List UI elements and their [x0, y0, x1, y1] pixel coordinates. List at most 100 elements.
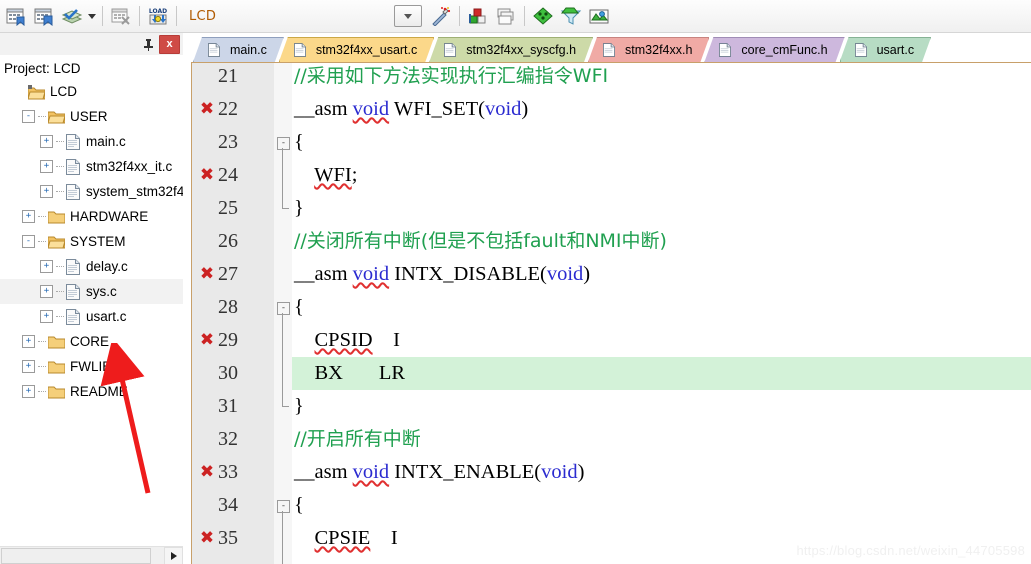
scrollbar-thumb[interactable] [1, 547, 151, 564]
tree-connector [38, 240, 46, 243]
tree-node-fwlib[interactable]: + FWLIB [0, 354, 183, 379]
toolbar-separator-2 [139, 6, 140, 26]
tab-usart-c[interactable]: usart.c [840, 37, 932, 62]
tree-node-list: LCD - USER + main.c + stm32f4xx_it.c + system_st… [0, 79, 183, 404]
code-token: void [541, 461, 578, 483]
collapse-toggle-icon[interactable]: - [22, 110, 35, 123]
sidebar-horizontal-scrollbar[interactable] [0, 546, 183, 564]
manage-project-items-icon[interactable] [558, 3, 584, 29]
pin-icon[interactable] [139, 36, 157, 53]
code-line-29[interactable]: CPSID I [292, 324, 1031, 357]
line-number: 28 [218, 296, 238, 318]
code-line-21[interactable]: //采用如下方法实现执行汇编指令WFI [292, 63, 1031, 93]
fold-range-end [282, 406, 289, 407]
collapse-toggle-icon[interactable]: - [22, 235, 35, 248]
code-line-23[interactable]: { [292, 126, 1031, 159]
load-download-icon[interactable]: LOAD [145, 3, 171, 29]
clear-bookmarks-icon[interactable] [108, 3, 134, 29]
tree-node-system[interactable]: - SYSTEM [0, 229, 183, 254]
tree-node-core[interactable]: + CORE [0, 329, 183, 354]
insert-bookmark-icon[interactable] [3, 3, 29, 29]
tree-node-delay-c[interactable]: + delay.c [0, 254, 183, 279]
folder-open-icon [48, 110, 65, 124]
expand-toggle-icon[interactable]: + [40, 285, 53, 298]
tab-label: main.c [230, 43, 267, 57]
build-target-icon[interactable] [59, 3, 85, 29]
tab-stm32f4xx-h[interactable]: stm32f4xx.h [588, 37, 709, 62]
file-icon [444, 43, 461, 57]
code-token: void [484, 98, 522, 120]
expand-toggle-icon[interactable]: + [22, 335, 35, 348]
code-token: BX LR [294, 560, 406, 564]
fold-collapse-icon[interactable]: - [277, 500, 290, 513]
editor-pane: main.c stm32f4xx_usart.c stm32f4xx_syscfg.… [183, 33, 1031, 564]
magic-wand-icon[interactable] [428, 3, 454, 29]
code-token: { [294, 494, 304, 516]
tab-main-c[interactable]: main.c [193, 37, 284, 62]
pack-installer-icon[interactable] [586, 3, 612, 29]
code-line-28[interactable]: { [292, 291, 1031, 324]
expand-toggle-icon[interactable]: + [40, 160, 53, 173]
code-line-24[interactable]: WFI; [292, 159, 1031, 192]
code-token: WFI_SET( [389, 98, 485, 120]
scroll-right-arrow-icon[interactable] [164, 546, 183, 564]
close-icon[interactable]: x [159, 34, 180, 54]
code-token: //开启所有中断 [294, 428, 421, 450]
move-bookmark-icon[interactable] [31, 3, 57, 29]
expand-toggle-icon[interactable]: + [22, 210, 35, 223]
code-line-27[interactable]: __asm void INTX_DISABLE(void) [292, 258, 1031, 291]
options-target-icon[interactable] [530, 3, 556, 29]
tree-node-lcd[interactable]: LCD [0, 79, 183, 104]
code-line-26[interactable]: //关闭所有中断(但是不包括fault和NMI中断) [292, 225, 1031, 258]
tree-node-label: HARDWARE [70, 209, 149, 224]
tree-node-stm32f4xx-it-c[interactable]: + stm32f4xx_it.c [0, 154, 183, 179]
tree-node-system-stm32f4[interactable]: + system_stm32f4 [0, 179, 183, 204]
fold-collapse-icon[interactable]: - [277, 302, 290, 315]
code-token: ) [577, 461, 585, 483]
code-token: void [352, 263, 390, 285]
tab-label: core_cmFunc.h [741, 43, 828, 57]
code-line-22[interactable]: __asm void WFI_SET(void) [292, 93, 1031, 126]
sidebar-header: x [0, 33, 183, 55]
code-line-30[interactable]: BX LR [292, 357, 1031, 390]
code-token: ; [351, 164, 358, 186]
fold-collapse-icon[interactable]: - [277, 137, 290, 150]
code-line-34[interactable]: { [292, 489, 1031, 522]
tree-connector [56, 140, 64, 143]
target-dropdown[interactable] [394, 5, 423, 27]
tree-connector [38, 390, 46, 393]
source-file-icon [66, 158, 80, 175]
expand-toggle-icon[interactable]: + [22, 360, 35, 373]
manage-components-icon[interactable] [465, 3, 491, 29]
expand-toggle-icon[interactable]: + [40, 185, 53, 198]
line-number: 27 [218, 263, 238, 285]
tree-node-hardware[interactable]: + HARDWARE [0, 204, 183, 229]
code-line-31[interactable]: } [292, 390, 1031, 423]
multi-project-icon[interactable] [493, 3, 519, 29]
code-token: void [352, 461, 390, 483]
code-line-33[interactable]: __asm void INTX_ENABLE(void) [292, 456, 1031, 489]
expand-toggle-icon[interactable]: + [40, 260, 53, 273]
code-editor[interactable]: 21//采用如下方法实现执行汇编指令WFI ✖ 22 __asm void WFI_S… [191, 62, 1031, 564]
tree-node-sys-c[interactable]: + sys.c [0, 279, 183, 304]
code-line-25[interactable]: } [292, 192, 1031, 225]
expand-toggle-icon[interactable]: + [40, 310, 53, 323]
tree-node-readme[interactable]: + README [0, 379, 183, 404]
expand-toggle-icon[interactable]: + [40, 135, 53, 148]
file-icon [603, 43, 620, 57]
tree-node-user[interactable]: - USER [0, 104, 183, 129]
folder-closed-icon [48, 360, 65, 374]
tree-node-usart-c[interactable]: + usart.c [0, 304, 183, 329]
expand-toggle-icon[interactable]: + [22, 385, 35, 398]
folder-open-icon [48, 235, 65, 249]
code-line-32[interactable]: //开启所有中断 [292, 423, 1031, 456]
tree-node-main-c[interactable]: + main.c [0, 129, 183, 154]
fold-range-connector [282, 511, 283, 564]
tab-stm32f4xx-usart-c[interactable]: stm32f4xx_usart.c [279, 37, 434, 62]
build-dropdown-caret-icon[interactable] [86, 3, 98, 29]
tab-core-cmfunc-h[interactable]: core_cmFunc.h [704, 37, 844, 62]
tab-stm32f4xx-syscfg-h[interactable]: stm32f4xx_syscfg.h [429, 37, 593, 62]
tree-node-label: delay.c [86, 259, 128, 274]
line-number: 32 [218, 428, 238, 450]
